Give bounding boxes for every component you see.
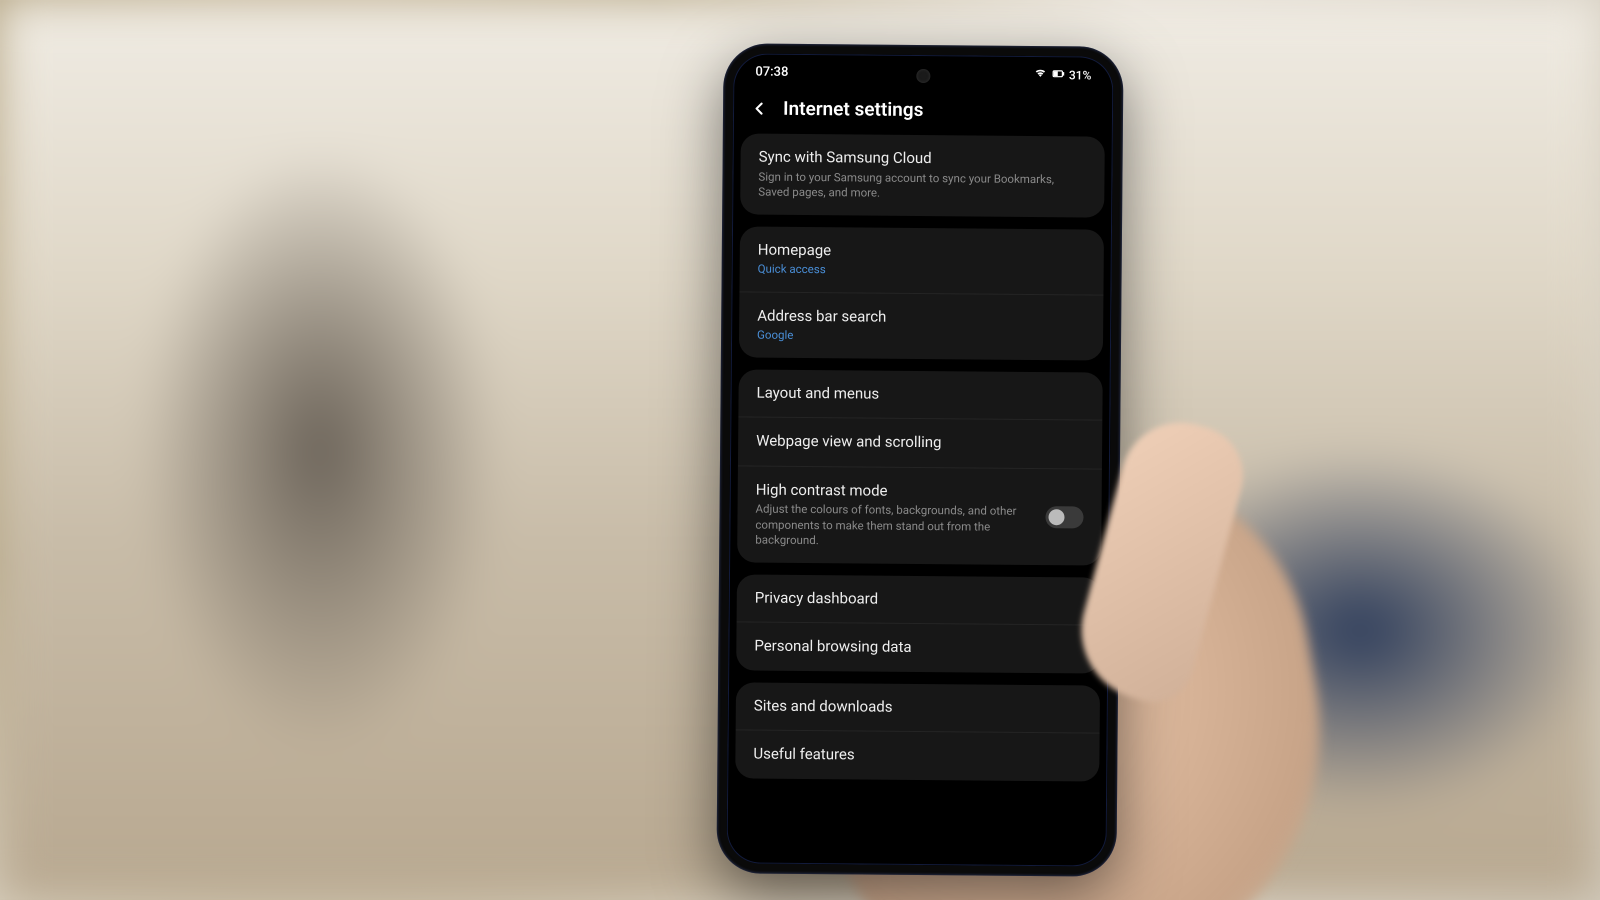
- settings-row[interactable]: Useful features: [735, 731, 1099, 782]
- status-battery: 31%: [1069, 68, 1092, 82]
- row-title: Homepage: [758, 240, 1086, 262]
- front-camera: [916, 69, 930, 83]
- row-title: Sites and downloads: [754, 696, 1082, 718]
- row-text: HomepageQuick access: [758, 240, 1086, 280]
- row-title: Privacy dashboard: [755, 588, 1083, 610]
- row-text: Layout and menus: [756, 383, 1084, 405]
- settings-row[interactable]: HomepageQuick access: [739, 226, 1104, 295]
- row-subtitle: Google: [757, 328, 1085, 346]
- row-title: Personal browsing data: [754, 637, 1082, 659]
- battery-icon: [1051, 66, 1065, 83]
- page-title: Internet settings: [783, 97, 924, 121]
- page-header: Internet settings: [733, 84, 1113, 136]
- settings-group: Sites and downloads Useful features: [735, 682, 1100, 781]
- row-subtitle: Quick access: [758, 262, 1086, 280]
- row-text: Privacy dashboard: [755, 588, 1083, 610]
- settings-row[interactable]: Layout and menus: [738, 369, 1102, 421]
- chevron-left-icon: [749, 98, 769, 118]
- row-text: Sites and downloads: [754, 696, 1082, 718]
- wifi-icon: [1033, 66, 1047, 83]
- settings-row[interactable]: Sync with Samsung CloudSign in to your S…: [740, 133, 1105, 217]
- row-text: Webpage view and scrolling: [756, 432, 1084, 454]
- row-title: Address bar search: [757, 306, 1085, 328]
- settings-group: Privacy dashboard Personal browsing data: [736, 574, 1101, 673]
- settings-row[interactable]: Webpage view and scrolling: [738, 417, 1102, 469]
- phone-frame: 07:38 31% Internet settings Sync with Sa…: [716, 43, 1123, 876]
- settings-row[interactable]: Personal browsing data: [736, 623, 1100, 674]
- settings-group: Sync with Samsung CloudSign in to your S…: [740, 133, 1105, 217]
- row-text: Sync with Samsung CloudSign in to your S…: [758, 148, 1086, 203]
- row-title: Useful features: [753, 745, 1081, 767]
- status-time: 07:38: [755, 65, 788, 80]
- back-button[interactable]: [749, 98, 769, 118]
- settings-list: Sync with Samsung CloudSign in to your S…: [727, 133, 1113, 813]
- row-title: High contrast mode: [756, 480, 1034, 502]
- settings-row[interactable]: Privacy dashboard: [737, 574, 1101, 626]
- phone-screen: 07:38 31% Internet settings Sync with Sa…: [726, 53, 1113, 866]
- row-subtitle: Adjust the colours of fonts, backgrounds…: [755, 502, 1033, 551]
- row-title: Sync with Samsung Cloud: [759, 148, 1087, 170]
- row-text: Useful features: [753, 745, 1081, 767]
- row-title: Layout and menus: [756, 383, 1084, 405]
- toggle-switch[interactable]: [1045, 506, 1083, 528]
- row-text: Personal browsing data: [754, 637, 1082, 659]
- settings-group: Layout and menus Webpage view and scrolli…: [737, 369, 1103, 565]
- row-text: High contrast modeAdjust the colours of …: [755, 480, 1034, 550]
- settings-row[interactable]: Sites and downloads: [736, 682, 1100, 734]
- row-title: Webpage view and scrolling: [756, 432, 1084, 454]
- settings-row[interactable]: Address bar searchGoogle: [739, 292, 1104, 360]
- row-text: Address bar searchGoogle: [757, 306, 1085, 346]
- settings-group: HomepageQuick access Address bar searchGo…: [739, 226, 1104, 360]
- row-subtitle: Sign in to your Samsung account to sync …: [758, 169, 1086, 203]
- settings-row[interactable]: High contrast modeAdjust the colours of …: [737, 466, 1102, 565]
